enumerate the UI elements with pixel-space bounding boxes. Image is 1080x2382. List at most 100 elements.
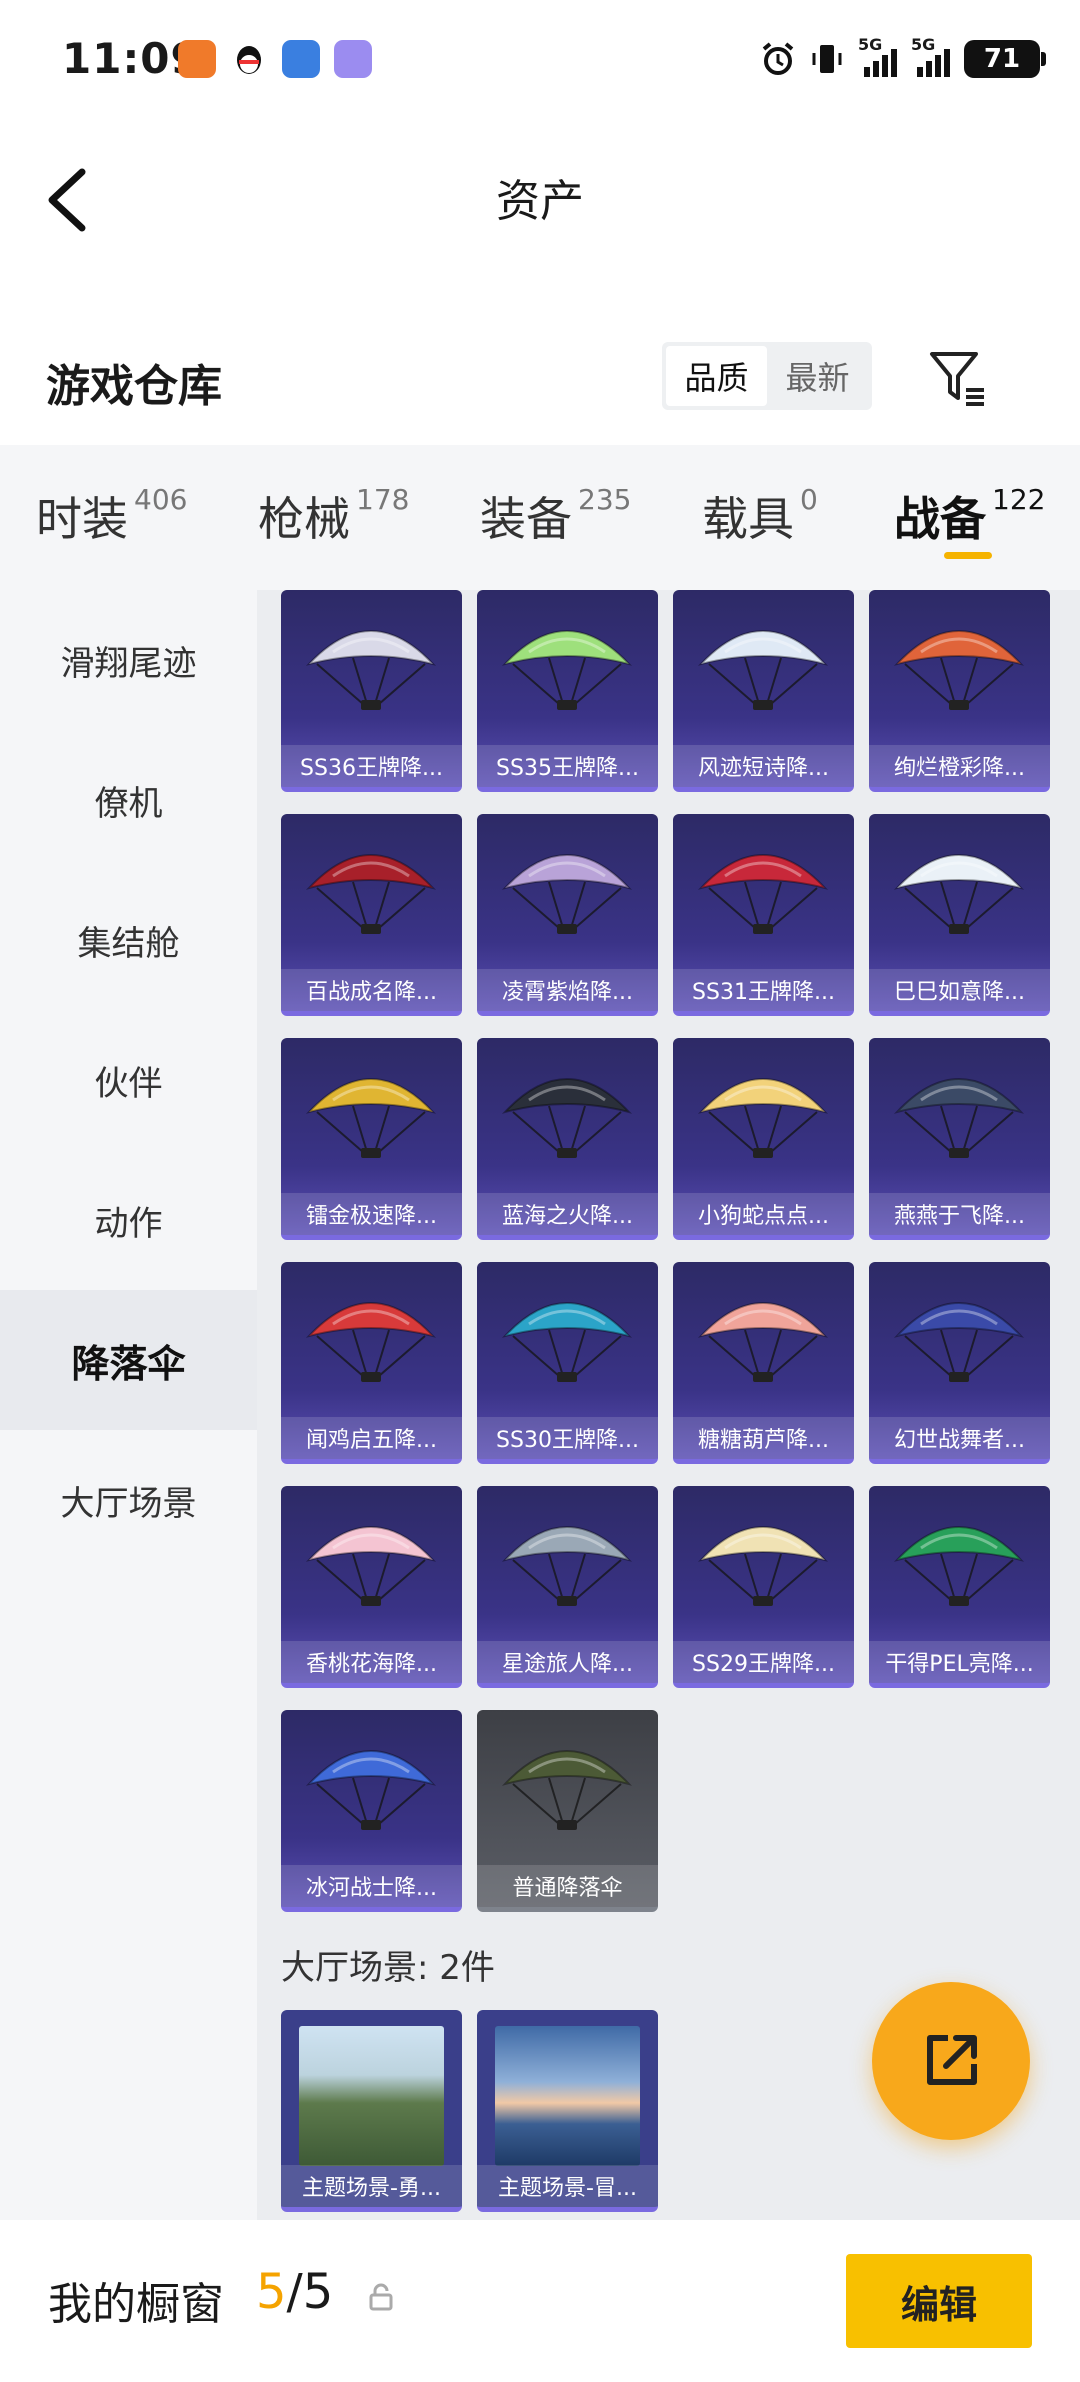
parachute-icon: [697, 1078, 829, 1158]
sidebar-item-glide-trail[interactable]: 滑翔尾迹: [0, 590, 257, 730]
parachute-name: SS35王牌降...: [477, 745, 658, 787]
sort-quality-button[interactable]: 品质: [666, 346, 767, 406]
parachute-card[interactable]: 闻鸡启五降...: [281, 1262, 462, 1464]
sidebar-item-lobby-scene[interactable]: 大厅场景: [0, 1430, 257, 1570]
tab-vehicles[interactable]: 载具 0: [702, 483, 818, 549]
parachute-icon: [501, 1750, 633, 1830]
parachute-icon: [893, 1526, 1025, 1606]
parachute-icon: [893, 630, 1025, 710]
scene-section-label: 大厅场景: 2件: [281, 1948, 495, 1988]
edit-button[interactable]: 编辑: [846, 2254, 1032, 2348]
parachute-card[interactable]: SS31王牌降...: [673, 814, 854, 1016]
parachute-icon: [697, 1526, 829, 1606]
parachute-name: 绚烂橙彩降...: [869, 745, 1050, 787]
signal-icon: 5G: [911, 35, 950, 77]
nav-bar: 资产: [0, 120, 1080, 270]
parachute-card[interactable]: SS30王牌降...: [477, 1262, 658, 1464]
tab-guns[interactable]: 枪械 178: [258, 483, 409, 549]
scene-thumbnail: [495, 2026, 640, 2166]
app-notification-icon: [334, 40, 372, 78]
parachute-icon: [697, 854, 829, 934]
share-button[interactable]: [872, 1982, 1030, 2140]
parachute-card[interactable]: 糖糖葫芦降...: [673, 1262, 854, 1464]
parachute-icon: [305, 854, 437, 934]
parachute-card[interactable]: 凌霄紫焰降...: [477, 814, 658, 1016]
category-tabs: 时装 406 枪械 178 装备 235 载具 0 战备 122: [0, 445, 1080, 590]
parachute-card[interactable]: SS36王牌降...: [281, 590, 462, 792]
parachute-icon: [305, 1078, 437, 1158]
parachute-name: SS31王牌降...: [673, 969, 854, 1011]
parachute-name: SS36王牌降...: [281, 745, 462, 787]
parachute-name: 凌霄紫焰降...: [477, 969, 658, 1011]
parachute-name: 普通降落伞: [477, 1865, 658, 1907]
parachute-name: 燕燕于飞降...: [869, 1193, 1050, 1235]
parachute-name: SS30王牌降...: [477, 1417, 658, 1459]
parachute-name: 百战成名降...: [281, 969, 462, 1011]
tab-fashion[interactable]: 时装 406: [36, 483, 187, 549]
app-notification-icon: [178, 40, 216, 78]
parachute-icon: [893, 854, 1025, 934]
parachute-card[interactable]: 普通降落伞: [477, 1710, 658, 1912]
parachute-card[interactable]: 蓝海之火降...: [477, 1038, 658, 1240]
parachute-icon: [501, 854, 633, 934]
parachute-card[interactable]: SS29王牌降...: [673, 1486, 854, 1688]
scene-card[interactable]: 主题场景-勇...: [281, 2010, 462, 2212]
status-indicators: 5G 5G 71: [760, 35, 1046, 78]
parachute-icon: [305, 1526, 437, 1606]
parachute-icon: [501, 1078, 633, 1158]
sort-toggle: 品质 最新: [662, 342, 872, 410]
scene-card[interactable]: 主题场景-冒...: [477, 2010, 658, 2212]
parachute-name: 镭金极速降...: [281, 1193, 462, 1235]
sidebar-item-wingman[interactable]: 僚机: [0, 730, 257, 870]
parachute-card[interactable]: SS35王牌降...: [477, 590, 658, 792]
parachute-icon: [501, 1302, 633, 1382]
warehouse-title: 游戏仓库: [46, 361, 222, 412]
sidebar-item-parachute[interactable]: 降落伞: [0, 1290, 257, 1430]
parachute-name: 糖糖葫芦降...: [673, 1417, 854, 1459]
parachute-name: 巳巳如意降...: [869, 969, 1050, 1011]
parachute-name: 冰河战士降...: [281, 1865, 462, 1907]
parachute-card[interactable]: 小狗蛇点点...: [673, 1038, 854, 1240]
qq-icon: [230, 40, 268, 82]
app-notification-icon: [282, 40, 320, 78]
filter-button[interactable]: [926, 346, 990, 410]
sidebar-item-emote[interactable]: 动作: [0, 1150, 257, 1290]
parachute-name: 闻鸡启五降...: [281, 1417, 462, 1459]
parachute-icon: [501, 1526, 633, 1606]
warehouse-header: 游戏仓库 品质 最新: [0, 270, 1080, 445]
parachute-icon: [697, 630, 829, 710]
scene-thumbnail: [299, 2026, 444, 2166]
parachute-icon: [305, 1302, 437, 1382]
parachute-card[interactable]: 燕燕于飞降...: [869, 1038, 1050, 1240]
vibrate-icon: [812, 45, 842, 73]
parachute-name: SS29王牌降...: [673, 1641, 854, 1683]
parachute-name: 星途旅人降...: [477, 1641, 658, 1683]
active-tab-indicator: [944, 552, 992, 559]
parachute-card[interactable]: 风迹短诗降...: [673, 590, 854, 792]
parachute-card[interactable]: 干得PEL亮降...: [869, 1486, 1050, 1688]
sidebar: 滑翔尾迹 僚机 集结舱 伙伴 动作 降落伞 大厅场景: [0, 590, 257, 2220]
parachute-card[interactable]: 绚烂橙彩降...: [869, 590, 1050, 792]
tab-combat-gear[interactable]: 战备 122: [894, 483, 1045, 549]
parachute-name: 香桃花海降...: [281, 1641, 462, 1683]
tab-equipment[interactable]: 装备 235: [480, 483, 631, 549]
parachute-icon: [893, 1302, 1025, 1382]
parachute-card[interactable]: 星途旅人降...: [477, 1486, 658, 1688]
notification-icons: [178, 40, 372, 82]
parachute-card[interactable]: 百战成名降...: [281, 814, 462, 1016]
sort-latest-button[interactable]: 最新: [767, 346, 868, 406]
scene-name: 主题场景-冒...: [477, 2165, 658, 2207]
sidebar-item-companion[interactable]: 伙伴: [0, 1010, 257, 1150]
status-bar: 11:09 5G 5G 71: [0, 0, 1080, 120]
parachute-card[interactable]: 幻世战舞者...: [869, 1262, 1050, 1464]
parachute-card[interactable]: 镭金极速降...: [281, 1038, 462, 1240]
parachute-icon: [697, 1302, 829, 1382]
parachute-icon: [501, 630, 633, 710]
item-grid: SS36王牌降... SS35王牌降... 风迹短诗降... 绚烂橙彩降... 百战成名…: [257, 590, 1080, 2220]
parachute-name: 幻世战舞者...: [869, 1417, 1050, 1459]
parachute-card[interactable]: 香桃花海降...: [281, 1486, 462, 1688]
parachute-card[interactable]: 冰河战士降...: [281, 1710, 462, 1912]
sidebar-item-assembly-pod[interactable]: 集结舱: [0, 870, 257, 1010]
parachute-card[interactable]: 巳巳如意降...: [869, 814, 1050, 1016]
signal-icon: 5G: [858, 35, 897, 77]
